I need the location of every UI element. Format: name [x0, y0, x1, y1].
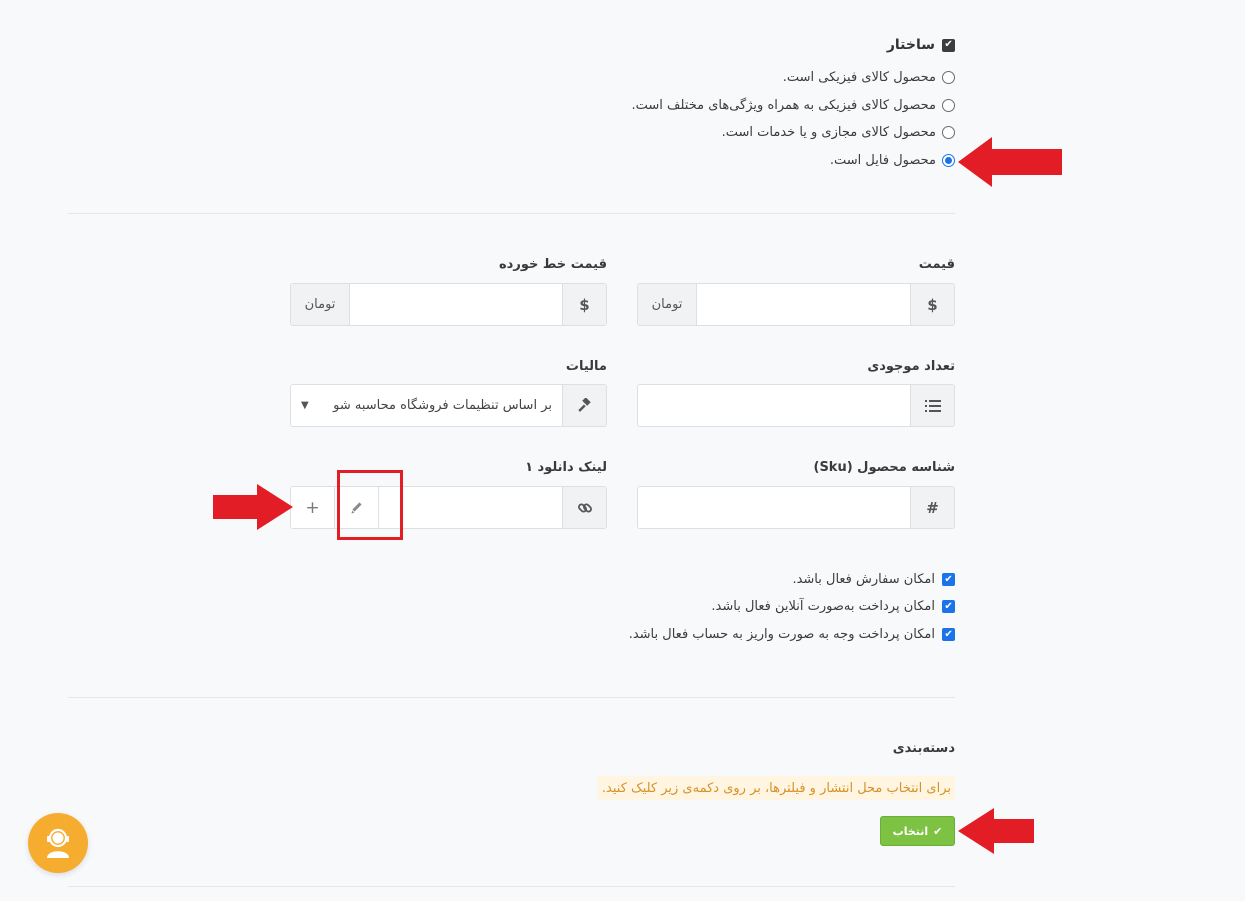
checkbox-label: امکان پرداخت وجه به صورت واریز به حساب ف… — [628, 627, 935, 642]
checkbox-label: امکان سفارش فعال باشد. — [792, 572, 935, 587]
price-group: $ تومان — [637, 283, 955, 326]
strike-price-input[interactable] — [350, 284, 562, 325]
structure-title: ساختار — [886, 37, 935, 53]
dollar-icon: $ — [910, 284, 954, 325]
structure-header: ✔ ساختار — [887, 37, 955, 53]
checkbox-online-payment[interactable]: ✔ امکان پرداخت به‌صورت آنلاین فعال باشد. — [711, 599, 955, 614]
annotation-arrow-button-icon — [958, 808, 1034, 854]
sku-input[interactable] — [638, 487, 910, 528]
gavel-icon — [562, 385, 606, 426]
checkbox[interactable]: ✔ — [942, 573, 955, 586]
stock-group — [637, 384, 955, 427]
add-link-button[interactable]: + — [291, 487, 335, 528]
divider — [68, 697, 955, 698]
stock-input[interactable] — [638, 385, 910, 426]
radio-label: محصول کالای فیزیکی است. — [782, 70, 936, 85]
sku-label: شناسه محصول (Sku) — [813, 460, 955, 475]
divider — [68, 213, 955, 214]
radio-label: محصول کالای مجازی و یا خدمات است. — [721, 125, 936, 140]
chevron-down-icon: ▼ — [301, 400, 309, 411]
strike-price-unit: تومان — [291, 284, 350, 325]
strike-price-group: $ تومان — [290, 283, 607, 326]
support-chat-button[interactable] — [28, 813, 88, 873]
radio-button[interactable] — [942, 99, 955, 112]
support-agent-icon — [47, 828, 69, 858]
dollar-icon: $ — [562, 284, 606, 325]
radio-physical-variants[interactable]: محصول کالای فیزیکی به همراه ویژگی‌های مخ… — [632, 98, 955, 113]
tax-label: مالیات — [565, 359, 607, 374]
radio-file[interactable]: محصول فایل است. — [830, 153, 955, 168]
category-title: دسته‌بندی — [892, 741, 955, 756]
radio-virtual[interactable]: محصول کالای مجازی و یا خدمات است. — [722, 125, 955, 140]
annotation-arrow-edit-icon — [213, 484, 293, 530]
radio-button[interactable] — [942, 126, 955, 139]
radio-button-selected[interactable] — [942, 154, 955, 167]
radio-button[interactable] — [942, 71, 955, 84]
checkbox-label: امکان پرداخت به‌صورت آنلاین فعال باشد. — [711, 599, 935, 614]
tax-select-value: بر اساس تنظیمات فروشگاه محاسبه شو — [333, 398, 552, 413]
select-button-label: انتخاب — [892, 824, 929, 838]
select-category-button[interactable]: ✔ انتخاب — [880, 816, 955, 846]
price-label: قیمت — [918, 257, 955, 272]
checkbox[interactable]: ✔ — [942, 628, 955, 641]
annotation-arrow-radio-icon — [958, 137, 1062, 187]
tax-select[interactable]: بر اساس تنظیمات فروشگاه محاسبه شو ▼ — [291, 385, 562, 426]
download-link-input[interactable] — [379, 487, 562, 528]
plus-icon: + — [305, 497, 320, 518]
category-note: برای انتخاب محل انتشار و فیلترها، بر روی… — [597, 776, 955, 800]
link-icon — [562, 487, 606, 528]
radio-label: محصول کالای فیزیکی به همراه ویژگی‌های مخ… — [631, 98, 936, 113]
divider — [68, 886, 955, 887]
hash-icon: # — [910, 487, 954, 528]
list-icon — [910, 385, 954, 426]
tax-group: بر اساس تنظیمات فروشگاه محاسبه شو ▼ — [290, 384, 607, 427]
checkbox-order-enabled[interactable]: ✔ امکان سفارش فعال باشد. — [792, 572, 955, 587]
radio-physical[interactable]: محصول کالای فیزیکی است. — [783, 70, 955, 85]
price-unit: تومان — [638, 284, 697, 325]
stock-label: تعداد موجودی — [867, 359, 955, 374]
annotation-highlight-box — [337, 470, 403, 540]
structure-checkbox[interactable]: ✔ — [942, 38, 955, 52]
price-input[interactable] — [697, 284, 910, 325]
check-icon: ✔ — [933, 824, 943, 838]
radio-label: محصول فایل است. — [829, 153, 936, 168]
strike-price-label: قیمت خط خورده — [499, 257, 607, 272]
sku-group: # — [637, 486, 955, 529]
checkbox[interactable]: ✔ — [942, 600, 955, 613]
checkbox-bank-transfer[interactable]: ✔ امکان پرداخت وجه به صورت واریز به حساب… — [629, 627, 955, 642]
download-label: لینک دانلود ۱ — [525, 460, 607, 475]
